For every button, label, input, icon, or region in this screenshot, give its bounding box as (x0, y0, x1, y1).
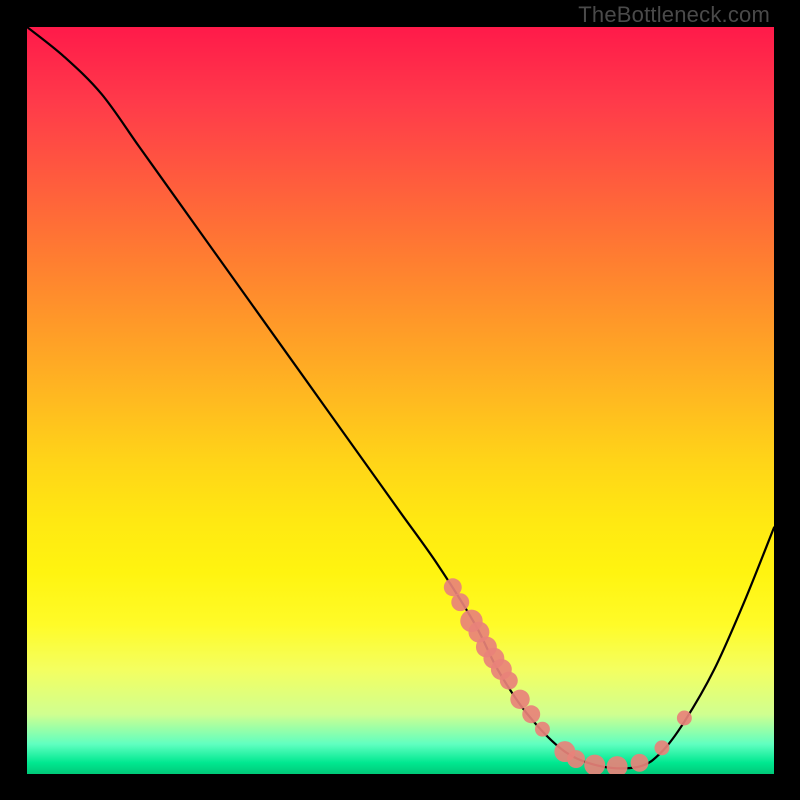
marker-dot (522, 705, 540, 723)
marker-dot (654, 740, 669, 755)
marker-dot (607, 756, 628, 774)
attribution-label: TheBottleneck.com (578, 2, 770, 28)
marker-dot (631, 754, 649, 772)
marker-dot (584, 755, 605, 774)
chart-canvas: TheBottleneck.com (0, 0, 800, 800)
marker-dot (677, 711, 692, 726)
chart-overlay (27, 27, 774, 774)
markers-group (444, 578, 692, 774)
marker-dot (510, 690, 529, 709)
marker-dot (500, 672, 518, 690)
bottleneck-curve (27, 27, 774, 768)
marker-dot (451, 593, 469, 611)
marker-dot (567, 750, 585, 768)
plot-area (27, 27, 774, 774)
marker-dot (535, 722, 550, 737)
